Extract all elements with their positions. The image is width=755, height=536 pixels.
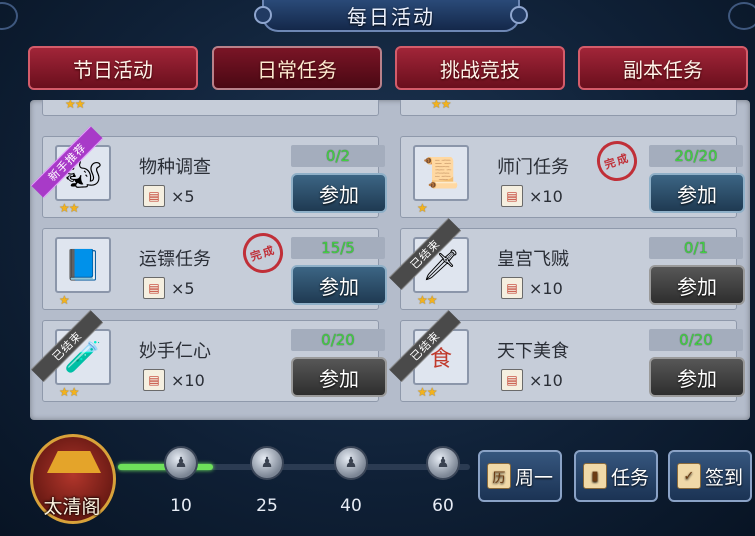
task-progress: 0/2: [291, 145, 385, 167]
star-rating: ★★: [65, 100, 85, 111]
reward-scroll-icon: ▤: [143, 369, 165, 391]
signin-button[interactable]: ✓ 签到: [668, 450, 752, 502]
task-name: 妙手仁心: [139, 341, 211, 362]
title-ornament-right: [510, 6, 528, 24]
calendar-icon: 历: [486, 463, 511, 489]
reward-scroll-icon: ▤: [501, 369, 523, 391]
join-button[interactable]: 参加: [291, 357, 387, 397]
reward-scroll-icon: ▤: [501, 185, 523, 207]
task-name: 天下美食: [497, 341, 569, 362]
pavilion-label: 太清阁: [43, 496, 101, 518]
task-card: 📘 ★ 运镖任务 ▤ ×5 完成 15/5 参加: [42, 227, 387, 310]
join-button[interactable]: 参加: [649, 173, 745, 213]
join-button[interactable]: 参加: [649, 265, 745, 305]
milestone-label: 25: [256, 496, 278, 516]
task-name: 物种调查: [139, 157, 211, 178]
milestone-chest-icon[interactable]: ♟: [426, 446, 460, 480]
task-list[interactable]: ★★ ★★ 新手推荐 🐿 ★★ 物种调查 ▤ ×5 0/2 参加 📜 ★ 师门任…: [30, 100, 750, 420]
tab-dungeon[interactable]: 副本任务: [578, 46, 748, 90]
title-ornament-left: [254, 6, 272, 24]
pavilion-roof: [47, 451, 101, 473]
completed-stamp: 完成: [591, 135, 643, 187]
checklist-icon: ✓: [676, 463, 701, 489]
weekday-button[interactable]: 历 周一: [478, 450, 562, 502]
scroll-icon: 📜: [413, 145, 469, 201]
task-progress: 0/20: [649, 329, 743, 351]
task-card: 已结束 🗡 ★★ 皇宫飞贼 ▤ ×10 0/1 参加: [388, 217, 745, 310]
task-card: 已结束 🧪 ★★ 妙手仁心 ▤ ×10 0/20 参加: [30, 309, 387, 402]
tab-daily-tasks[interactable]: 日常任务: [212, 46, 382, 90]
star-rating: ★★: [431, 100, 451, 111]
milestone-label: 60: [432, 496, 454, 516]
task-name: 运镖任务: [139, 249, 211, 270]
daily-activity-window: 每日活动 节日活动 日常任务 挑战竞技 副本任务 ★★ ★★ 新手推荐 🐿 ★★…: [0, 0, 755, 536]
reward-count: ×10: [529, 187, 563, 206]
reward-scroll-icon: ▤: [143, 277, 165, 299]
star-rating: ★★: [417, 293, 437, 307]
task-name: 皇宫飞贼: [497, 249, 569, 270]
completed-stamp: 完成: [237, 227, 289, 279]
milestone-chest-icon[interactable]: ♟: [250, 446, 284, 480]
task-card-partial: ★★: [400, 100, 737, 116]
task-button-label: 任务: [610, 466, 649, 489]
star-rating: ★★: [59, 385, 79, 399]
weekday-label: 周一: [514, 466, 553, 489]
reward-count: ×10: [529, 279, 563, 298]
tab-bar: 节日活动 日常任务 挑战竞技 副本任务: [28, 46, 752, 92]
task-progress: 15/5: [291, 237, 385, 259]
reward-count: ×10: [171, 371, 205, 390]
corner-ornament-right: [728, 2, 755, 30]
milestone-chest-icon[interactable]: ♟: [164, 446, 198, 480]
star-rating: ★: [59, 293, 70, 307]
scroll-icon: ▮: [582, 463, 607, 489]
task-card: 新手推荐 🐿 ★★ 物种调查 ▤ ×5 0/2 参加: [30, 125, 387, 218]
reward-count: ×5: [171, 279, 195, 298]
task-button[interactable]: ▮ 任务: [574, 450, 658, 502]
reward-scroll-icon: ▤: [143, 185, 165, 207]
milestone-label: 40: [340, 496, 362, 516]
join-button[interactable]: 参加: [649, 357, 745, 397]
task-card: 已结束 食 ★★ 天下美食 ▤ ×10 0/20 参加: [388, 309, 745, 402]
tab-challenge[interactable]: 挑战竞技: [395, 46, 565, 90]
join-button[interactable]: 参加: [291, 173, 387, 213]
task-card-partial: ★★: [42, 100, 379, 116]
task-progress: 0/1: [649, 237, 743, 259]
join-button[interactable]: 参加: [291, 265, 387, 305]
star-rating: ★: [417, 201, 428, 215]
reward-scroll-icon: ▤: [501, 277, 523, 299]
task-card: 📜 ★ 师门任务 ▤ ×10 完成 20/20 参加: [400, 135, 745, 218]
activity-bar: 太清阁 ♟ ♟ ♟ ♟ 10 25 40 60 历 周一 ▮ 任务 ✓ 签到: [0, 428, 755, 536]
reward-count: ×5: [171, 187, 195, 206]
milestone-chest-icon[interactable]: ♟: [334, 446, 368, 480]
task-name: 师门任务: [497, 157, 569, 178]
book-icon: 📘: [55, 237, 111, 293]
signin-button-label: 签到: [704, 466, 743, 489]
title-bar: 每日活动: [254, 0, 528, 32]
task-progress: 20/20: [649, 145, 743, 167]
corner-ornament-left: [0, 2, 18, 30]
window-title: 每日活动: [347, 4, 435, 29]
reward-count: ×10: [529, 371, 563, 390]
tab-festival[interactable]: 节日活动: [28, 46, 198, 90]
star-rating: ★★: [417, 385, 437, 399]
star-rating: ★★: [59, 201, 79, 215]
milestone-label: 10: [170, 496, 192, 516]
task-progress: 0/20: [291, 329, 385, 351]
